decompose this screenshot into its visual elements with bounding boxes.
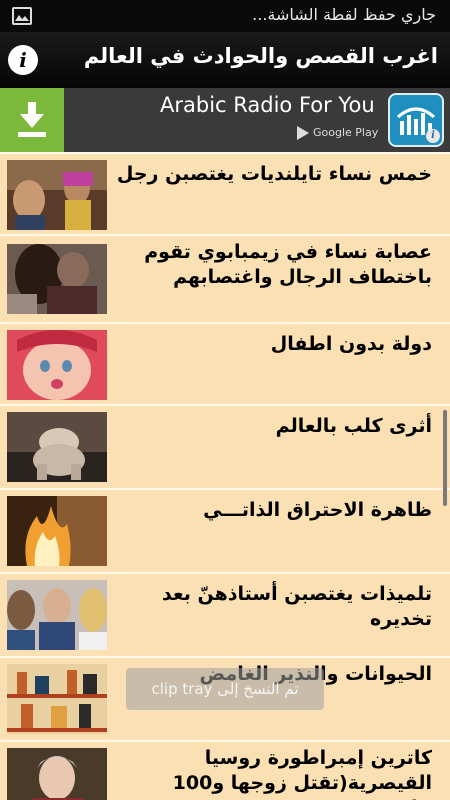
page-title: اغرب القصص والحوادث في العالم [83,44,438,68]
google-play-label[interactable]: Google Play [296,125,378,141]
info-icon[interactable]: i [8,45,38,75]
item-thumbnail [7,580,107,650]
item-title: كاترين إمبراطورة روسيا القيصرية(تقتل زوج… [172,747,432,800]
list-item[interactable]: دولة بدون اطفال [0,322,450,404]
item-title: ظاهرة الاحتراق الذاتـــي [203,499,432,521]
item-thumbnail [7,496,107,566]
item-thumbnail [7,244,107,314]
item-thumbnail [7,160,107,230]
item-title: خمس نساء تايلنديات يغتصبن رجل [116,163,432,185]
image-icon [12,7,32,25]
item-title: تلميذات يغتصبن أستاذهنّ بعد تخديره [162,583,432,630]
list-item[interactable]: ظاهرة الاحتراق الذاتـــي [0,488,450,572]
ad-banner[interactable]: Arabic Radio For You Google Play i [0,88,450,152]
info-badge: i [426,129,440,143]
item-thumbnail [7,748,107,800]
status-text: جاري حفظ لقطة الشاشة... [252,5,436,24]
app-header: i اغرب القصص والحوادث في العالم [0,32,450,88]
list-scrollbar[interactable] [443,410,447,506]
item-thumbnail [7,412,107,482]
item-title: أثرى كلب بالعالم [275,415,432,437]
list-item[interactable]: كاترين إمبراطورة روسيا القيصرية(تقتل زوج… [0,740,450,800]
item-title: دولة بدون اطفال [270,333,432,355]
list-item[interactable]: أثرى كلب بالعالم [0,404,450,488]
item-thumbnail [7,330,107,400]
list-item[interactable]: تلميذات يغتصبن أستاذهنّ بعد تخديره [0,572,450,656]
list-item[interactable]: عصابة نساء في زيمبابوي تقوم باختطاف الرج… [0,234,450,322]
store-label: Google Play [313,126,379,139]
radio-app-icon[interactable]: i [388,93,444,147]
download-icon [18,102,46,137]
item-thumbnail [7,664,107,734]
ad-title[interactable]: Arabic Radio For You [160,93,375,117]
list-item[interactable]: خمس نساء تايلنديات يغتصبن رجل [0,152,450,234]
toast-message: تم النسخ إلى clip tray [126,668,324,710]
status-bar: جاري حفظ لقطة الشاشة... [0,0,450,32]
item-title: عصابة نساء في زيمبابوي تقوم باختطاف الرج… [144,241,432,288]
download-button[interactable] [0,88,64,152]
google-play-icon [297,126,309,140]
